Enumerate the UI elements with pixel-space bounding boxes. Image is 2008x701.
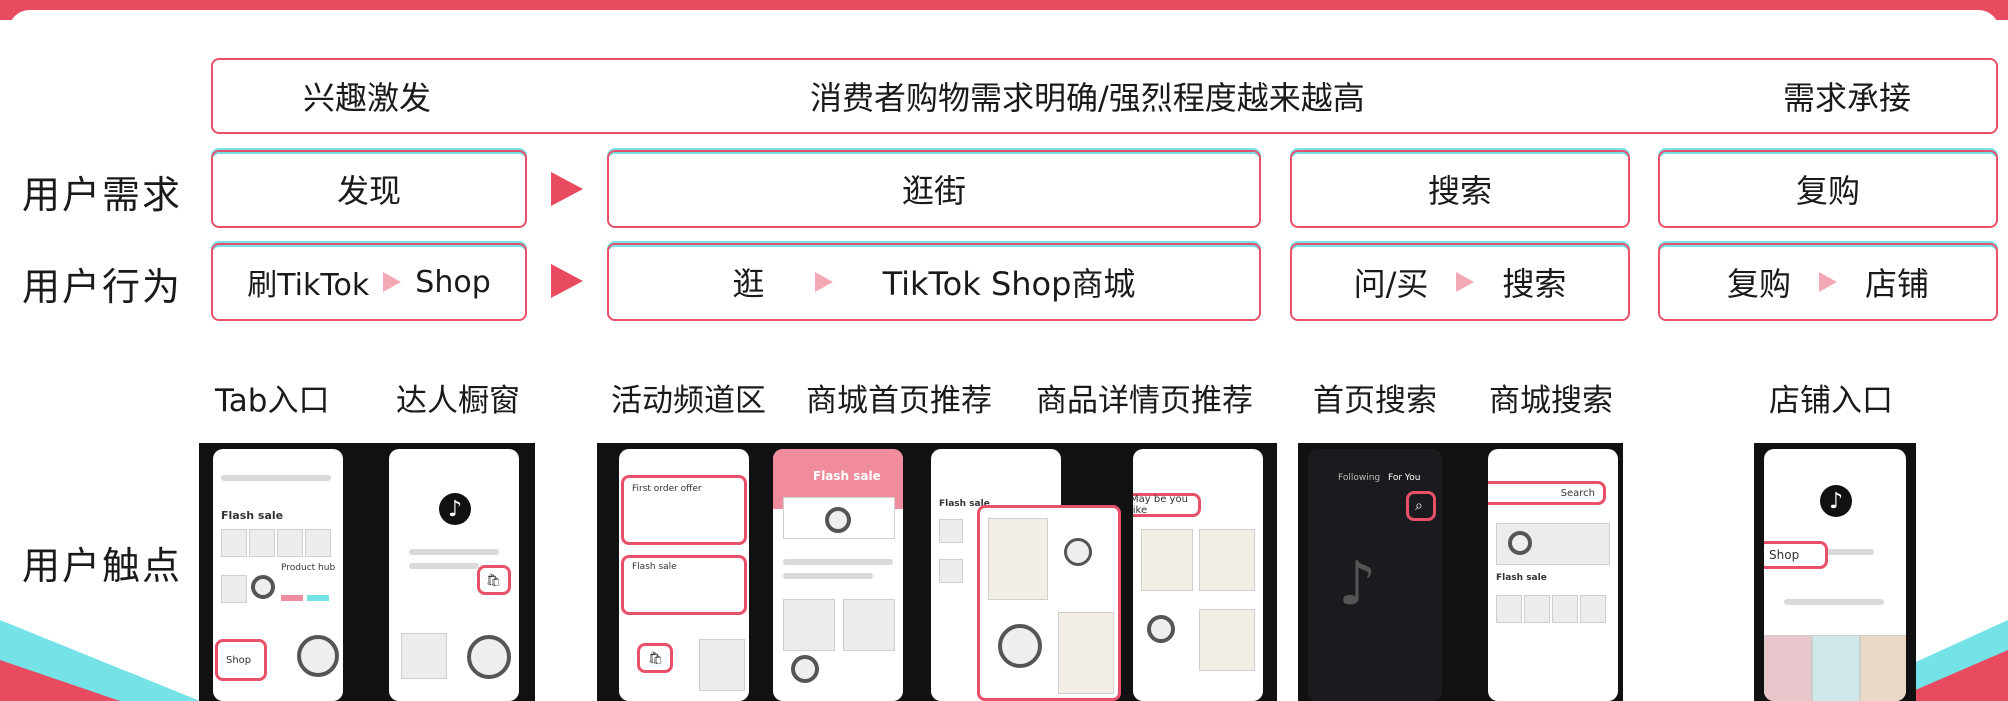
- screenshot-group-discover: Flash sale Product hub Shop ♪ 🛍: [199, 443, 535, 701]
- flash-sale-popup: Flash sale: [621, 555, 747, 615]
- phone-screen-store: ♪ Shop: [1764, 449, 1906, 701]
- may-like-label: May be you like: [1133, 494, 1188, 516]
- screenshot-group-store: ♪ Shop: [1754, 443, 1916, 701]
- arrow-right-icon: [551, 264, 583, 298]
- shop-tab-popup: Shop: [215, 639, 267, 681]
- tiktok-logo-icon: ♪: [439, 493, 471, 525]
- flash-sale-label: Flash sale: [813, 469, 881, 483]
- touchpoint-campaign-channel: 活动频道区: [611, 383, 766, 419]
- shop-icon: 🛍: [637, 643, 673, 673]
- behavior-search: 问/买 搜索: [1290, 243, 1630, 321]
- touchpoint-mall-home-rec: 商城首页推荐: [806, 383, 992, 419]
- need-repurchase: 复购: [1658, 150, 1998, 228]
- behavior-to: TikTok Shop商城: [882, 265, 1136, 303]
- touchpoint-product-detail-rec: 商品详情页推荐: [1036, 383, 1253, 419]
- touchpoint-tab-entry: Tab入口: [215, 383, 330, 419]
- arrow-right-icon: [1819, 272, 1837, 292]
- phone-screen-recommend: May be you like: [1133, 449, 1263, 701]
- touchpoint-store-entry: 店铺入口: [1769, 383, 1893, 419]
- phone-screen-home-feed: Following For You ⌕ ♪: [1308, 449, 1442, 701]
- touchpoint-home-search: 首页搜索: [1313, 383, 1437, 419]
- product-hub-label: Product hub: [281, 563, 336, 573]
- shopping-bag-icon: 🛍: [477, 565, 511, 595]
- behavior-repurchase: 复购 店铺: [1658, 243, 1998, 321]
- shop-tab-label: Shop: [226, 654, 252, 666]
- need-search: 搜索: [1290, 150, 1630, 228]
- phone-screen-tab: Flash sale Product hub Shop: [213, 449, 343, 701]
- arrow-right-icon: [383, 272, 402, 292]
- behavior-discover: 刷TikTok Shop: [211, 243, 527, 321]
- arrow-right-icon: [814, 272, 833, 292]
- behavior-browse: 逛 TikTok Shop商城: [607, 243, 1261, 321]
- behavior-from: 复购: [1726, 265, 1791, 303]
- row-label-need: 用户需求: [22, 173, 183, 217]
- banner-right-text: 需求承接: [1783, 79, 1912, 117]
- flash-sale-label: Flash sale: [1496, 573, 1547, 583]
- behavior-to: 店铺: [1865, 265, 1930, 303]
- demand-banner: 兴趣激发 消费者购物需求明确/强烈程度越来越高 需求承接: [211, 58, 1998, 134]
- search-icon[interactable]: ⌕: [1406, 491, 1436, 521]
- touchpoint-mall-search: 商城搜索: [1489, 383, 1613, 419]
- tiktok-watermark-icon: ♪: [1338, 549, 1377, 619]
- phone-screen-mall-home: Flash sale: [773, 449, 903, 701]
- screenshot-group-browse: First order offer Flash sale 🛍 Flash sal…: [597, 443, 1277, 701]
- page-frame: [8, 10, 2000, 40]
- phone-screen-mall-search: Search Flash sale: [1488, 449, 1618, 701]
- first-order-popup: First order offer: [621, 475, 747, 545]
- may-like-popup: [977, 505, 1121, 701]
- behavior-from: 刷TikTok: [247, 268, 370, 303]
- banner-left-text: 兴趣激发: [303, 79, 432, 117]
- screenshot-group-search: Following For You ⌕ ♪ Search Flash sale: [1298, 443, 1623, 701]
- row-label-touchpoint: 用户触点: [22, 544, 183, 588]
- phone-screen-creator: ♪ 🛍: [389, 449, 519, 701]
- banner-center-text: 消费者购物需求明确/强烈程度越来越高: [810, 79, 1365, 117]
- need-browse: 逛街: [607, 150, 1261, 228]
- shop-entry-popup[interactable]: Shop: [1764, 541, 1828, 569]
- for-you-tab: For You: [1388, 473, 1421, 483]
- search-bar-popup[interactable]: Search: [1488, 481, 1606, 505]
- may-like-label-box: May be you like: [1133, 493, 1201, 517]
- first-order-label: First order offer: [632, 484, 702, 494]
- corner-decoration-left: [0, 620, 200, 701]
- search-label: Search: [1560, 487, 1595, 499]
- behavior-from: 问/买: [1353, 265, 1429, 303]
- behavior-to: Shop: [415, 264, 491, 300]
- following-tab: Following: [1338, 473, 1381, 483]
- arrow-right-icon: [551, 172, 583, 206]
- shop-entry-label: Shop: [1769, 548, 1800, 562]
- flash-sale-label: Flash sale: [221, 509, 284, 522]
- row-label-behavior: 用户行为: [22, 265, 183, 309]
- flash-sale-label: Flash sale: [632, 562, 677, 572]
- phone-screen-campaign: First order offer Flash sale 🛍: [619, 449, 749, 701]
- tiktok-logo-icon: ♪: [1820, 485, 1852, 517]
- behavior-from: 逛: [732, 265, 765, 303]
- need-discover: 发现: [211, 150, 527, 228]
- arrow-right-icon: [1456, 272, 1475, 292]
- touchpoint-creator-showcase: 达人橱窗: [396, 383, 520, 419]
- behavior-to: 搜索: [1502, 265, 1567, 303]
